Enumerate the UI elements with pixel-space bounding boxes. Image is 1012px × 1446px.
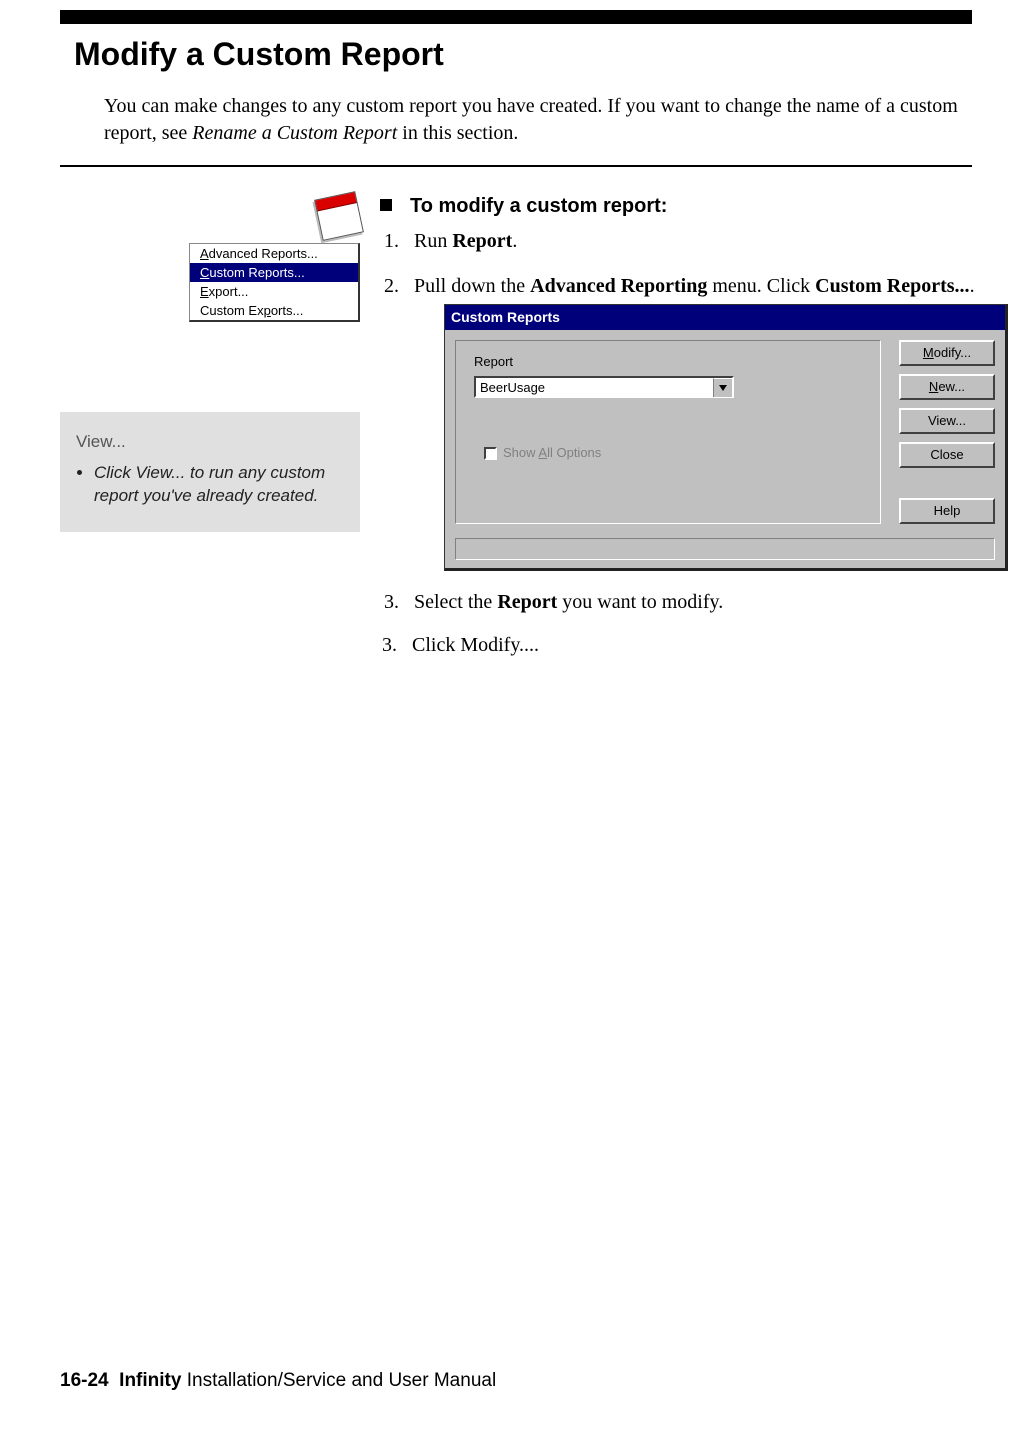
modify-button[interactable]: Modify...	[899, 340, 995, 366]
tip-text: Click View... to run any custom report y…	[94, 462, 344, 508]
view-button[interactable]: View...	[899, 408, 995, 434]
dialog-panel: Report BeerUsage	[455, 340, 881, 524]
page-footer: 16-24 Infinity Installation/Service and …	[60, 1370, 496, 1392]
help-button[interactable]: Help	[899, 498, 995, 524]
advanced-reporting-menu: Advanced Reports... Custom Reports... Ex…	[189, 243, 360, 322]
page-number: 16-24	[60, 1370, 109, 1391]
report-dropdown[interactable]: BeerUsage	[474, 376, 734, 398]
report-label: Report	[474, 353, 862, 371]
step-4: 3. Click Modify....	[380, 634, 1008, 657]
show-all-options[interactable]: Show All Options	[484, 444, 862, 462]
footer-brand: Infinity	[119, 1370, 181, 1391]
side-tip: View... Click View... to run any custom …	[60, 412, 360, 532]
notepad-icon	[314, 191, 364, 241]
page-title: Modify a Custom Report	[74, 36, 972, 73]
step-1: Run Report.	[404, 228, 1008, 255]
bullet-square-icon	[380, 199, 392, 211]
header-rule	[60, 10, 972, 24]
report-value: BeerUsage	[476, 379, 713, 397]
footer-rest: Installation/Service and User Manual	[181, 1370, 496, 1391]
button-spacer	[899, 476, 995, 490]
procedure-heading: To modify a custom report:	[380, 195, 1008, 218]
menu-item-custom-reports[interactable]: Custom Reports...	[190, 263, 358, 282]
step-3: Select the Report you want to modify.	[404, 589, 1008, 616]
tip-title: View...	[76, 432, 344, 452]
chevron-down-icon[interactable]	[713, 378, 732, 397]
custom-reports-dialog: Custom Reports Report BeerUsage	[444, 304, 1008, 571]
intro-crossref: Rename a Custom Report	[192, 122, 397, 144]
intro-post: in this section.	[397, 122, 518, 144]
section-rule	[60, 165, 972, 167]
checkbox-icon[interactable]	[484, 447, 497, 460]
menu-item-export[interactable]: Export...	[190, 282, 358, 301]
close-button[interactable]: Close	[899, 442, 995, 468]
menu-item-custom-exports[interactable]: Custom Exports...	[190, 301, 358, 320]
intro-paragraph: You can make changes to any custom repor…	[104, 93, 972, 147]
menu-item-advanced-reports[interactable]: Advanced Reports...	[190, 244, 358, 263]
dialog-statusbar	[455, 538, 995, 560]
new-button[interactable]: New...	[899, 374, 995, 400]
step-2: Pull down the Advanced Reporting menu. C…	[404, 273, 1008, 571]
dialog-title: Custom Reports	[445, 305, 1005, 330]
